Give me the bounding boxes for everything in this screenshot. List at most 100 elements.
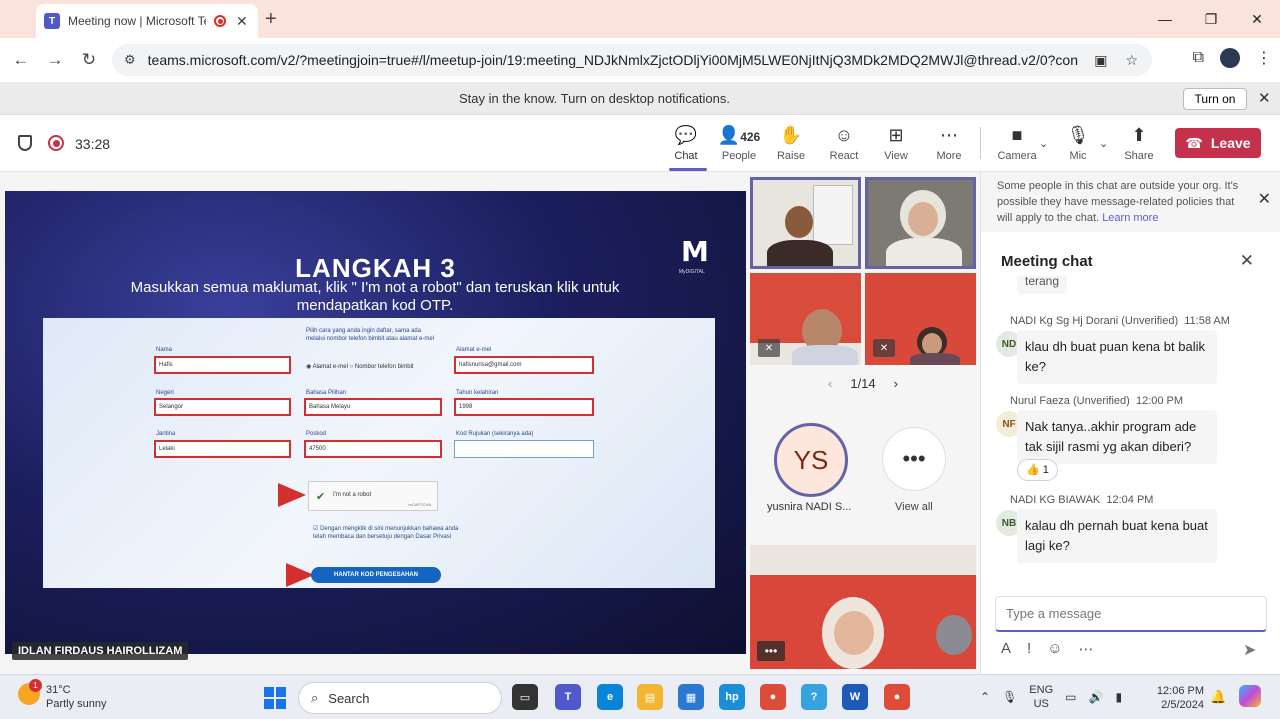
edge-icon[interactable]: e (597, 684, 623, 710)
taskbar-search[interactable]: ⌕ Search (298, 682, 502, 714)
help-icon[interactable]: ? (801, 684, 827, 710)
address-bar-row: ← → ↻ ⚙ teams.microsoft.com/v2/?meetingj… (0, 38, 1280, 82)
reaction-badge[interactable]: 👍 1 (1017, 459, 1058, 481)
video-tile[interactable]: ✕ (750, 273, 861, 365)
tab-title: Meeting now | Microsoft Teams (68, 14, 206, 28)
people-button[interactable]: 👤426 People (713, 123, 765, 162)
chrome-icon[interactable]: ● (760, 684, 786, 710)
red-arrow-pointer-icon (278, 483, 306, 507)
chat-close-icon[interactable]: ✕ (1240, 251, 1254, 271)
hp-app-icon[interactable]: hp (719, 684, 745, 710)
recording-indicator-icon[interactable] (48, 135, 64, 151)
meeting-timer: 33:28 (75, 136, 111, 152)
ceiling (750, 545, 976, 575)
file-explorer-icon[interactable]: ▤ (637, 684, 663, 710)
browser-menu-icon[interactable]: ⋮ (1256, 48, 1272, 68)
prev-page-icon[interactable]: ‹ (828, 376, 832, 391)
video-tile[interactable]: ✕ (865, 273, 976, 365)
clock-time: 12:06 PM (1156, 685, 1204, 697)
form-label-tahun: Tahun kelahiran (456, 390, 499, 396)
people-label: People (721, 150, 757, 162)
more-label: More (936, 150, 962, 162)
word-icon[interactable]: W (842, 684, 868, 710)
camera-in-use-icon[interactable]: ▣ (1094, 52, 1107, 69)
leave-label: Leave (1210, 135, 1251, 151)
view-all-button[interactable]: ••• (882, 427, 946, 491)
notification-close-icon[interactable]: ✕ (1258, 89, 1271, 107)
store-icon[interactable]: ▦ (678, 684, 704, 710)
next-page-icon[interactable]: › (894, 376, 898, 391)
emoji-icon[interactable]: ☺ (1047, 640, 1062, 658)
search-icon: ⌕ (311, 690, 319, 705)
network-icon[interactable]: ▭ (1065, 690, 1076, 704)
notification-bell-icon[interactable]: 🔔 (1210, 689, 1226, 705)
format-icon[interactable]: A (1001, 640, 1011, 658)
weather-text: 31°C Partly sunny (46, 683, 107, 711)
bookmark-star-icon[interactable]: ☆ (1125, 52, 1138, 69)
url-text[interactable]: teams.microsoft.com/v2/?meetingjoin=true… (148, 52, 1078, 68)
camera-options-chevron-icon[interactable]: ⌄ (1039, 137, 1048, 150)
leave-button[interactable]: ☎ Leave (1175, 128, 1261, 158)
extensions-icon[interactable]: ⧉ (1193, 49, 1204, 67)
profile-avatar[interactable] (1220, 48, 1240, 68)
message-bubble[interactable]: klau dh buat puan kena bt balik ke? (1017, 330, 1217, 384)
consent-text: ☑ Dengan mengklik di sini menunjukkan ba… (313, 525, 463, 541)
teams-app-icon[interactable]: T (555, 684, 581, 710)
presenter-name-tag: IDLAN FIRDAUS HAIROLLIZAM (12, 642, 189, 660)
browser-tab[interactable]: T Meeting now | Microsoft Teams ✕ (36, 4, 258, 38)
learn-more-link[interactable]: Learn more (1102, 212, 1158, 224)
view-button[interactable]: ⊞ View (870, 123, 922, 162)
restore-icon[interactable]: ❐ (1188, 0, 1234, 38)
turn-on-button[interactable]: Turn on (1183, 88, 1247, 110)
close-window-icon[interactable]: ✕ (1234, 0, 1280, 38)
grid-view-icon: ⊞ (888, 125, 904, 145)
react-button[interactable]: ☺ React (818, 123, 870, 162)
windows-start-icon[interactable] (264, 687, 286, 709)
chat-button[interactable]: 💬 Chat (660, 123, 712, 162)
reload-icon[interactable]: ↻ (72, 50, 106, 70)
volume-icon[interactable]: 🔊 (1088, 690, 1103, 704)
more-button[interactable]: ⋯ More (923, 123, 975, 162)
participant-avatar[interactable]: YS (774, 423, 848, 497)
message-sender: NADI KG BIAWAK (1010, 494, 1101, 506)
message-input[interactable]: Type a message (995, 596, 1267, 632)
back-icon[interactable]: ← (4, 50, 38, 70)
mydigital-logo-text: MyDIGITAL (679, 269, 705, 275)
language-indicator[interactable]: ENG US (1029, 683, 1053, 711)
minimize-icon[interactable]: — (1142, 0, 1188, 38)
raise-hand-button[interactable]: ✋ Raise (765, 123, 817, 162)
policy-close-icon[interactable]: ✕ (1258, 192, 1271, 208)
captcha-label: I'm not a robot (333, 492, 372, 498)
copilot-icon[interactable] (1239, 685, 1261, 707)
tab-close-icon[interactable]: ✕ (236, 13, 248, 30)
tray-overflow-icon[interactable]: ⌃ (980, 690, 990, 704)
mic-button[interactable]: 🎙 Mic (1052, 123, 1104, 162)
people-count: 426 (740, 130, 761, 144)
mic-options-chevron-icon[interactable]: ⌄ (1099, 137, 1108, 150)
share-button[interactable]: ⬆ Share (1113, 123, 1165, 162)
camera-button[interactable]: ■ Camera (991, 123, 1043, 162)
submit-otp-image-button: HANTAR KOD PENGESAHAN (311, 567, 441, 583)
taskbar-clock[interactable]: 12:06 PM 2/5/2024 (1154, 684, 1204, 712)
url-field[interactable]: ⚙ teams.microsoft.com/v2/?meetingjoin=tr… (112, 44, 1152, 76)
shield-icon[interactable] (18, 135, 32, 151)
task-view-icon[interactable]: ▭ (512, 684, 538, 710)
form-field-email: hafisnurisa@gmail.com (454, 356, 594, 374)
new-tab-button[interactable]: + (265, 8, 277, 31)
message-bubble[interactable]: Nak tanya..akhir program ade tak sijil r… (1017, 410, 1217, 464)
weather-widget[interactable]: 1 31°C Partly sunny (18, 679, 107, 711)
message-list[interactable]: terang NADI Kg Sg Hj Dorani (Unverified)… (981, 276, 1280, 588)
tile-more-options-icon[interactable]: ••• (757, 641, 785, 661)
more-actions-icon[interactable]: ⋯ (1079, 640, 1094, 658)
site-settings-icon[interactable]: ⚙ (124, 52, 136, 68)
video-tile[interactable] (750, 177, 861, 269)
urgent-icon[interactable]: ! (1027, 640, 1031, 658)
forward-icon[interactable]: → (38, 50, 72, 70)
send-icon[interactable]: ➤ (1243, 640, 1256, 660)
chrome-active-icon[interactable]: ● (884, 684, 910, 710)
video-tile[interactable] (865, 177, 976, 269)
message-bubble[interactable]: kalau dh pernah buat kena buat lagi ke? (1017, 509, 1217, 563)
notification-text: Stay in the know. Turn on desktop notifi… (459, 91, 730, 106)
microphone-tray-icon[interactable]: 🎙 (1002, 690, 1017, 704)
battery-icon[interactable]: ▮ (1115, 690, 1122, 704)
